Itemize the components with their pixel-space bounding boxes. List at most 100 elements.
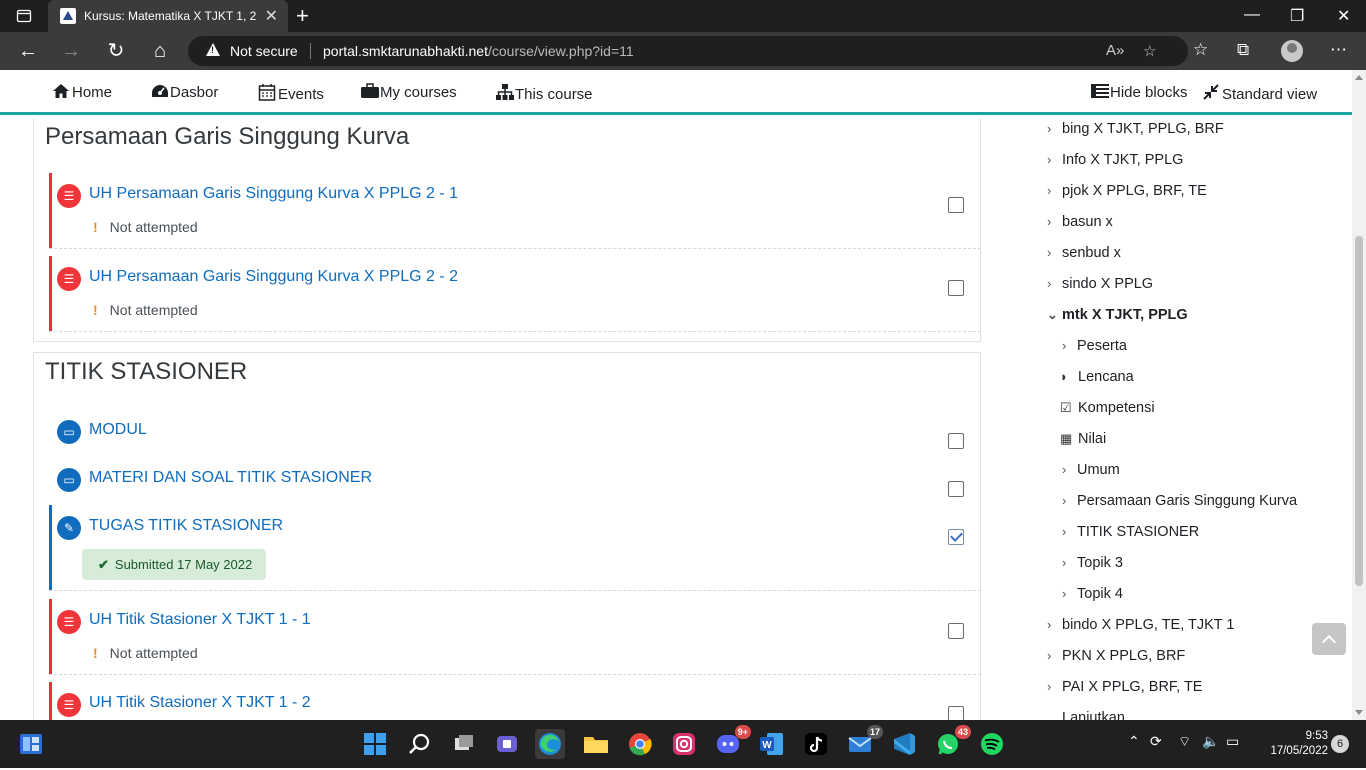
drawer-sub-item[interactable]: ☑ Kompetensi [1060,400,1155,416]
activity-link[interactable]: MODUL [89,421,147,439]
site-favicon-icon [60,8,76,24]
drawer-more-link[interactable]: Lanjutkan... [1062,710,1137,720]
wifi-icon[interactable]: ⌔ [1178,733,1191,751]
drawer-item-label: TITIK STASIONER [1077,524,1200,540]
mail-icon[interactable]: 17 [845,725,883,759]
scroll-up-icon[interactable] [1355,75,1363,80]
file-explorer-icon[interactable] [581,729,611,759]
address-bar[interactable]: Not secure portal.smktarunabhakti.net/co… [188,36,1188,66]
collections-icon[interactable]: ⧉ [1237,40,1249,60]
drawer-course-item[interactable]: › PAI X PPLG, BRF, TE [1047,679,1202,695]
system-clock[interactable]: 9:53 17/05/2022 [1248,729,1328,759]
tab-actions-icon[interactable] [16,8,32,24]
refresh-icon[interactable]: ↻ [103,38,129,64]
drawer-course-item[interactable]: › senbud x [1047,245,1121,261]
drawer-current-course[interactable]: ⌄ mtk X TJKT, PPLG [1047,307,1188,323]
security-label[interactable]: Not secure [230,43,298,59]
tiktok-icon[interactable] [801,729,831,759]
task-view-icon[interactable] [449,729,479,759]
vscode-icon[interactable] [889,729,919,759]
completion-checkbox[interactable] [948,433,964,449]
word-icon[interactable]: W [757,729,787,759]
nav-this-course[interactable]: This course [495,83,593,103]
drawer-sub-item[interactable]: › Umum [1062,462,1120,478]
drawer-sub-item[interactable]: › Peserta [1062,338,1127,354]
instagram-icon[interactable] [669,729,699,759]
drawer-sub-item[interactable]: ▦ Nilai [1060,431,1106,447]
spotify-icon[interactable] [977,729,1007,759]
widgets-icon[interactable] [16,730,46,760]
drawer-course-item[interactable]: › Info X TJKT, PPLG [1047,152,1183,168]
drawer-sub-item[interactable]: ◗ Lencana [1060,369,1134,385]
activity-link[interactable]: UH Titik Stasioner X TJKT 1 - 1 [89,611,311,629]
show-hidden-icons[interactable]: ⌃ [1128,733,1140,750]
new-tab-icon[interactable]: + [296,3,309,29]
page-scrollbar[interactable] [1352,70,1366,720]
add-favorite-icon[interactable]: ☆ [1143,42,1156,60]
course-content: Persamaan Garis Singgung Kurva ☰ UH Pers… [0,118,1000,720]
discord-icon[interactable]: 9+ [713,725,751,759]
start-menu-icon[interactable] [360,729,390,759]
chrome-icon[interactable] [625,729,655,759]
drawer-sub-item[interactable]: › TITIK STASIONER [1062,524,1199,540]
drawer-course-item[interactable]: › sindo X PPLG [1047,276,1153,292]
nav-events[interactable]: Events [258,83,324,103]
clock-date: 17/05/2022 [1270,745,1328,757]
activity-item: ☰ UH Persamaan Garis Singgung Kurva X PP… [49,173,981,249]
activity-accent-bar [49,599,52,674]
read-aloud-icon[interactable]: A» [1106,42,1124,59]
notification-count[interactable]: 6 [1331,735,1349,753]
favorites-icon[interactable]: ☆ [1193,40,1208,60]
tab-close-icon[interactable]: ✕ [265,6,278,26]
nav-my-courses[interactable]: My courses [360,83,457,101]
back-icon[interactable]: ← [15,38,41,64]
drawer-sub-item[interactable]: › Persamaan Garis Singgung Kurva [1062,493,1297,509]
drawer-course-item[interactable]: › pjok X PPLG, BRF, TE [1047,183,1207,199]
restore-icon[interactable]: ❐ [1290,6,1304,26]
active-browser-tab[interactable]: Kursus: Matematika X TJKT 1, 2, P ✕ [48,0,288,32]
completion-checkbox-checked[interactable] [948,529,964,545]
warning-icon[interactable] [206,43,220,56]
completion-checkbox[interactable] [948,623,964,639]
back-to-top-button[interactable] [1312,623,1346,655]
completion-checkbox[interactable] [948,706,964,720]
scroll-down-icon[interactable] [1355,710,1363,715]
standard-view-button[interactable]: Standard view [1202,83,1317,103]
window-close-icon[interactable]: ✕ [1337,6,1350,26]
completion-checkbox[interactable] [948,280,964,296]
drawer-course-item[interactable]: › PKN X PPLG, BRF [1047,648,1185,664]
scrollbar-thumb[interactable] [1355,236,1363,586]
drawer-course-item[interactable]: › bing X TJKT, PPLG, BRF [1047,121,1224,137]
drawer-item-label: Lanjutkan... [1062,710,1137,720]
drawer-sub-item[interactable]: › Topik 3 [1062,555,1123,571]
hide-blocks-button[interactable]: Hide blocks [1090,83,1188,101]
drawer-item-label: Peserta [1077,338,1127,354]
drawer-course-item[interactable]: › bindo X PPLG, TE, TJKT 1 [1047,617,1234,633]
forward-icon[interactable]: → [58,38,84,64]
url-text[interactable]: portal.smktarunabhakti.net/course/view.p… [323,43,634,59]
completion-checkbox[interactable] [948,481,964,497]
more-menu-icon[interactable]: ⋯ [1330,40,1347,60]
sync-icon[interactable]: ⟳ [1150,733,1162,750]
teams-chat-icon[interactable] [492,729,522,759]
edge-browser-icon[interactable] [535,729,565,759]
whatsapp-icon[interactable]: 43 [933,725,971,759]
activity-link[interactable]: UH Titik Stasioner X TJKT 1 - 2 [89,694,311,712]
profile-avatar[interactable] [1281,40,1303,62]
activity-link[interactable]: UH Persamaan Garis Singgung Kurva X PPLG… [89,268,458,286]
minimize-icon[interactable]: — [1244,6,1260,24]
search-icon[interactable] [405,729,435,759]
drawer-sub-item[interactable]: › Topik 4 [1062,586,1123,602]
activity-status: ! Not attempted [93,645,198,661]
home-browser-icon[interactable]: ⌂ [147,38,173,64]
battery-icon[interactable]: ▭ [1226,733,1239,750]
activity-link[interactable]: MATERI DAN SOAL TITIK STASIONER [89,469,372,487]
nav-home[interactable]: Home [52,83,112,101]
activity-item: ▭ MODUL [49,409,981,453]
activity-link[interactable]: UH Persamaan Garis Singgung Kurva X PPLG… [89,185,458,203]
activity-link[interactable]: TUGAS TITIK STASIONER [89,517,283,535]
completion-checkbox[interactable] [948,197,964,213]
volume-icon[interactable]: 🔈 [1202,733,1219,750]
drawer-course-item[interactable]: › basun x [1047,214,1113,230]
nav-dasbor[interactable]: Dasbor [150,83,218,101]
